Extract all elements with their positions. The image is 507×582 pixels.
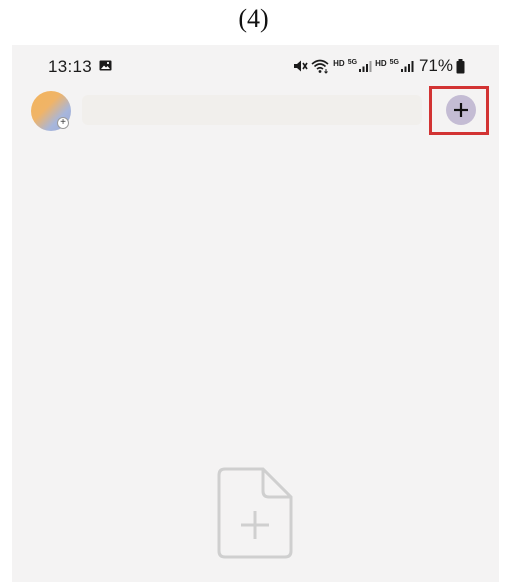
battery-icon [456,58,465,73]
status-icons: HD 5G HD 5G 71% [292,56,465,76]
battery-percent: 71% [418,56,453,75]
gallery-icon [99,60,112,71]
figure-caption: (4) [238,4,269,33]
phone-screen: 13:13 HD 5G HD 5G 71% + [12,45,499,582]
add-badge-icon: + [57,117,69,129]
app-bar: + [12,86,499,135]
top-bar-strip [82,95,422,125]
status-time: 13:13 [48,57,93,76]
signal-icon [359,61,372,72]
signal-icon [400,61,414,72]
add-button[interactable] [446,95,476,125]
status-bar: 13:13 HD 5G HD 5G 71% [12,45,499,89]
wifi-icon [311,59,329,74]
mute-icon [294,60,308,72]
net1-label: HD [333,59,345,68]
new-document-icon [217,467,293,559]
net2-type: 5G [389,59,399,66]
net2-label: HD [375,59,387,68]
profile-avatar[interactable]: + [31,91,71,131]
net1-type: 5G [347,59,358,66]
plus-icon [454,103,468,117]
